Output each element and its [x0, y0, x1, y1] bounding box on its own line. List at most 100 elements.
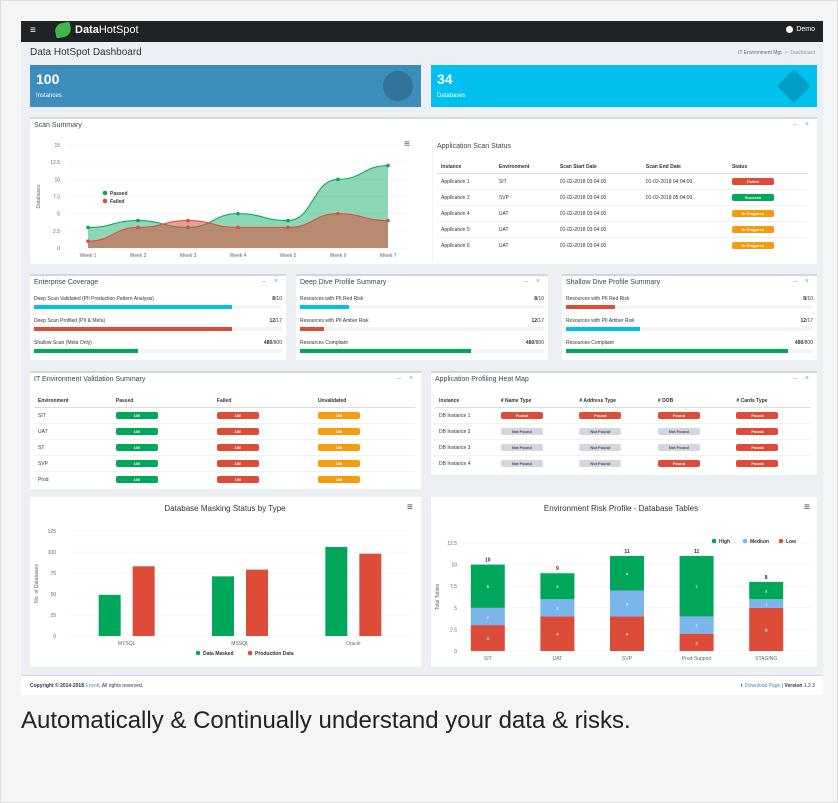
- heat-cell: Found: [732, 455, 811, 471]
- globe-icon: [383, 71, 413, 101]
- progress-bar-fill: [300, 327, 325, 331]
- table-row: DB Instance 3 Not Found Not Found Not Found…: [435, 439, 811, 456]
- legend-label: Production Data: [255, 651, 294, 657]
- progress-row: Resources with PII Red Risk 8/10: [566, 296, 813, 314]
- legend-marker: [711, 538, 717, 544]
- it-env-title: IT Environment Validation Summary: [34, 376, 146, 383]
- progress-label: Resources Compliant: [566, 340, 614, 346]
- progress-bar-fill: [34, 305, 233, 309]
- found-badge: Found: [736, 460, 779, 467]
- scan-summary-box: Scan Summary – × ≡ 0 2.5 5 7.5 10 12.5 15 Datab…: [30, 117, 817, 264]
- y-tick-label: 5: [454, 606, 457, 612]
- user-menu[interactable]: Demo: [786, 26, 815, 33]
- progress-label: Resources Compliant: [300, 340, 348, 346]
- production-data-bar: [359, 553, 382, 636]
- progress-bar-track: [566, 349, 813, 353]
- column-header: Scan End Date: [641, 161, 728, 174]
- table-cell: Application 5: [437, 221, 495, 238]
- download-link[interactable]: ⬇ Download Page: [739, 683, 780, 689]
- footer-right: ⬇ Download Page | Version 1.2.3: [739, 683, 815, 689]
- company-link[interactable]: Envolt: [85, 683, 99, 689]
- legend-marker: [778, 538, 784, 544]
- deep-dive-box: Deep Dive Profile Summary – × Resources …: [296, 274, 548, 360]
- table-cell: Application 6: [437, 237, 495, 253]
- progress-bar-track: [566, 305, 813, 309]
- column-header: # Address Type: [575, 395, 654, 408]
- heat-cell: Found: [732, 439, 811, 456]
- instances-kpi-box[interactable]: 100 Instances: [30, 65, 421, 107]
- failed-point: [86, 239, 90, 243]
- progress-total: /10: [275, 296, 282, 302]
- box-tools[interactable]: – ×: [793, 121, 812, 128]
- column-header: Instance: [435, 395, 497, 408]
- copyright-text: Copyright © 2014-2018: [30, 683, 84, 689]
- found-badge: Found: [500, 412, 543, 419]
- progress-row: Resources with PII Amber Risk 12/17: [300, 318, 544, 336]
- box-tools[interactable]: – ×: [793, 278, 812, 285]
- y-tick-label: 5: [57, 212, 60, 218]
- logo-rest-text: HotSpot: [98, 24, 139, 36]
- instance-cell: DB Instance 4: [435, 455, 497, 471]
- y-axis-label: Total Tables: [435, 583, 441, 610]
- failed-point: [386, 218, 390, 223]
- heat-cell: Not Found: [496, 439, 576, 456]
- failed-badge: 100: [216, 412, 259, 419]
- table-row: Application 5 UAT 01-02-2018 03:04:00 In Pr…: [437, 221, 807, 238]
- heat-map-box: Application Profiling Heat Map – × Insta…: [431, 371, 817, 475]
- download-label: Download Page: [745, 683, 781, 689]
- box-tools[interactable]: – ×: [793, 375, 812, 382]
- progress-label: Resources with PII Amber Risk: [300, 318, 369, 324]
- total-label: 11: [624, 549, 630, 555]
- heat-cell: Found: [732, 423, 811, 440]
- legend-label: Passed: [110, 191, 128, 197]
- not-found-badge: Not Found: [579, 444, 622, 451]
- failed-point: [136, 225, 140, 230]
- dashboard-screenshot: ≡ DataHotSpot Demo Data HotSpot Dashboar…: [21, 21, 823, 695]
- badge-cell: 100: [111, 455, 213, 472]
- environment-cell: SVP: [34, 455, 112, 472]
- box-tools[interactable]: – ×: [262, 278, 281, 285]
- column-header: Instance: [437, 161, 495, 174]
- box-tools[interactable]: – ×: [524, 278, 543, 285]
- table-cell: 01-02-2018 03:04:00: [555, 173, 642, 190]
- table-row: SVP 100 100 100: [34, 455, 415, 472]
- progress-total: /17: [806, 318, 813, 324]
- heat-cell: Not Found: [575, 455, 654, 471]
- badge-cell: 100: [111, 439, 213, 456]
- progress-value: 8/10: [272, 296, 282, 302]
- breadcrumb-home[interactable]: IT Environment Mgt: [738, 50, 782, 56]
- progress-value: 480/800: [795, 340, 813, 346]
- badge-cell: 100: [111, 407, 213, 424]
- progress-total: /10: [537, 296, 544, 302]
- chart-title: Database Masking Status by Type: [164, 504, 286, 513]
- app-logo[interactable]: DataHotSpot: [53, 21, 139, 39]
- table-cell: 01-02-2018 03:04:00: [555, 237, 642, 253]
- progress-value: 480/800: [526, 340, 544, 346]
- shallow-dive-box: Shallow Dive Profile Summary – × Resourc…: [562, 274, 817, 360]
- progress-count: 480: [263, 340, 273, 346]
- x-tick-label: Week 7: [380, 253, 397, 259]
- table-cell: 01-02-2018 03:04:00: [555, 221, 642, 238]
- sidebar-toggle-icon[interactable]: ≡: [30, 25, 36, 36]
- y-tick-label: 100: [48, 550, 57, 556]
- progress-bar-fill: [566, 327, 641, 331]
- x-tick-label: UAT: [553, 656, 563, 662]
- legend-label: Data Masked: [203, 651, 234, 657]
- failed-point: [286, 225, 290, 230]
- y-axis-label: Databases: [36, 184, 42, 208]
- found-badge: Found: [657, 412, 700, 419]
- it-env-validation-box: IT Environment Validation Summary – × En…: [30, 371, 421, 489]
- progress-row: Resources Compliant 480/800: [300, 340, 544, 358]
- passed-badge: 100: [115, 476, 158, 483]
- heat-cell: Found: [732, 407, 811, 424]
- legend-marker: [102, 190, 108, 196]
- failed-point: [186, 218, 190, 223]
- x-tick-label: STAGING: [755, 656, 777, 662]
- not-found-badge: Not Found: [579, 460, 622, 467]
- column-header: Passed: [111, 395, 213, 408]
- databases-kpi-box[interactable]: 34 Databases: [431, 65, 817, 107]
- progress-row: Shallow Scan (Meta Only) 480/800: [34, 340, 282, 358]
- y-tick-label: 75: [50, 571, 56, 577]
- passed-badge: 100: [115, 444, 158, 451]
- box-tools[interactable]: – ×: [397, 375, 416, 382]
